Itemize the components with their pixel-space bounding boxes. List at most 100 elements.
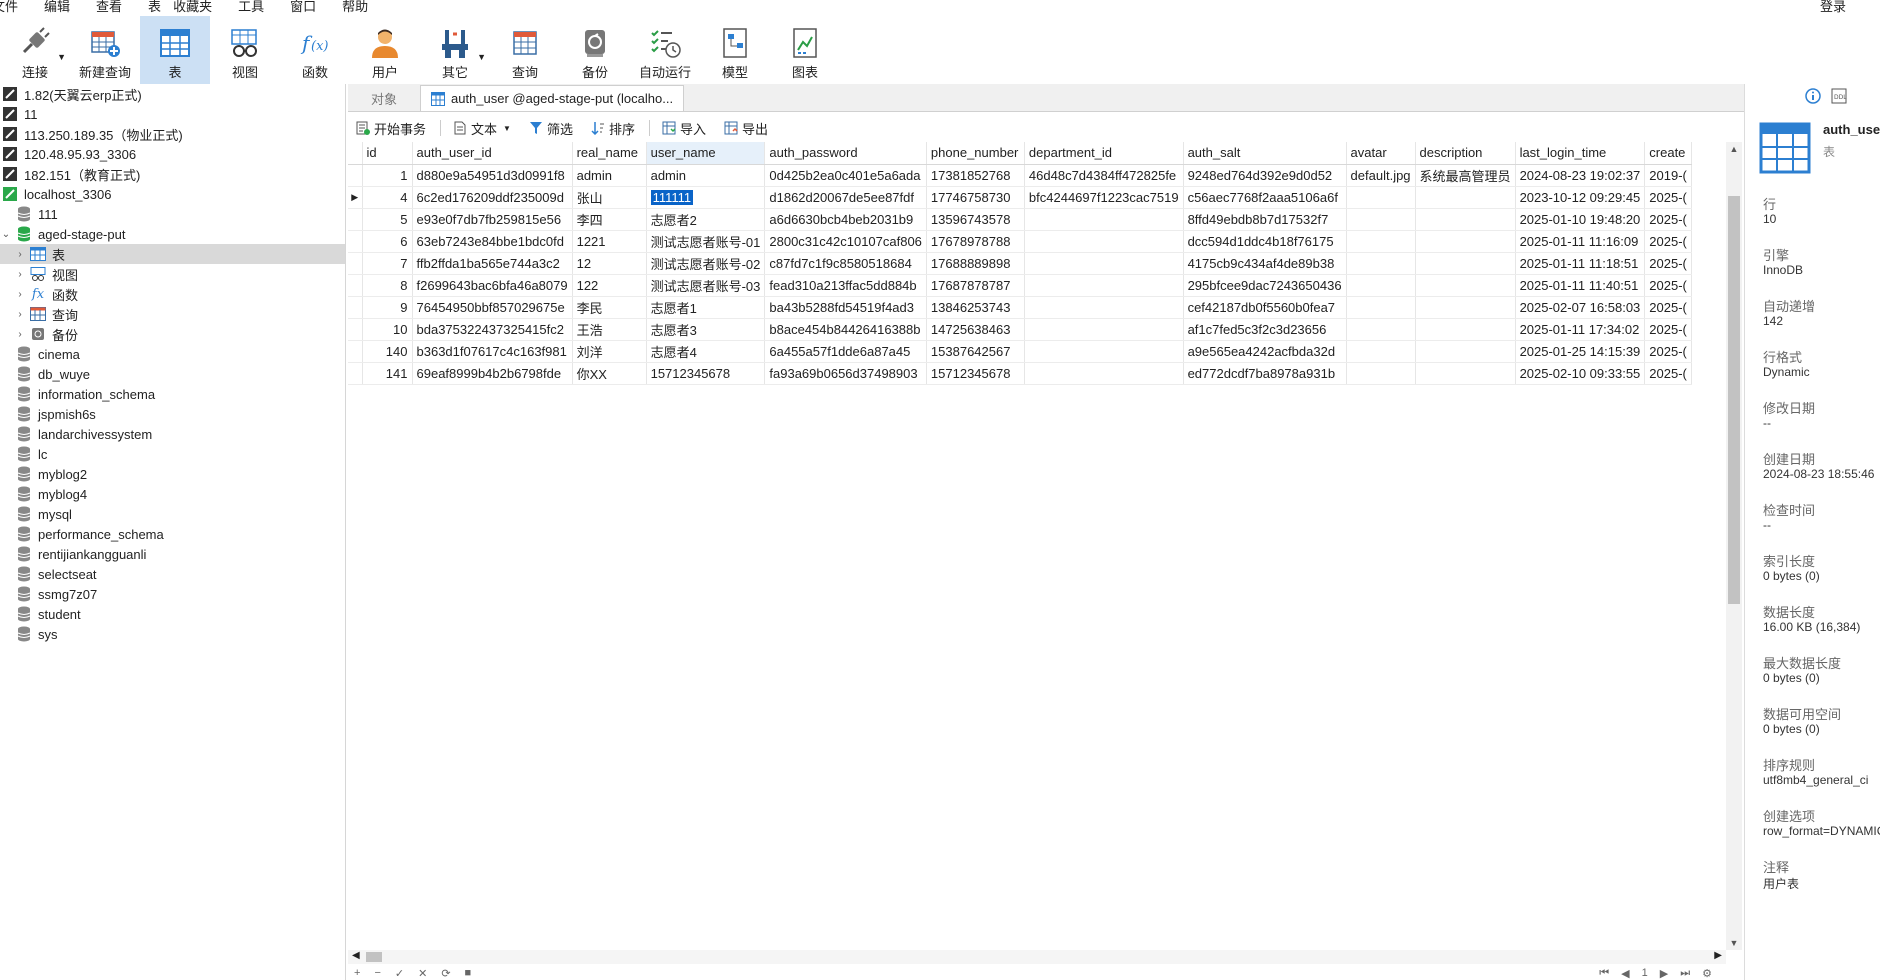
cell-auth_user_id[interactable]: bda375322437325415fc2 xyxy=(412,318,573,341)
add-record-button[interactable]: + xyxy=(354,967,360,980)
table-row[interactable]: 8 f2699643bac6bfa46a8079 122 测试志愿者账号-03 fead… xyxy=(348,274,1692,297)
selected-cell-text[interactable]: 111111 xyxy=(650,189,694,205)
cell-department_id[interactable] xyxy=(1024,362,1184,385)
cell-create[interactable]: 2025-( xyxy=(1644,296,1692,319)
cell-department_id[interactable] xyxy=(1024,296,1184,319)
cell-avatar[interactable] xyxy=(1346,230,1416,253)
cell-avatar[interactable] xyxy=(1346,318,1416,341)
toolbar-function-button[interactable]: f (x) 函数 xyxy=(280,16,350,84)
scroll-thumb[interactable] xyxy=(1728,196,1740,604)
cell-create[interactable]: 2025-( xyxy=(1644,362,1692,385)
tree-database-open[interactable]: ⌄ aged-stage-put xyxy=(0,224,345,244)
toolbar-table-button[interactable]: 表 xyxy=(140,16,210,84)
cell-auth_password[interactable]: fead310a213ffac5dd884b xyxy=(764,274,927,297)
toolbar-model-button[interactable]: 模型 xyxy=(700,16,770,84)
cell-description[interactable] xyxy=(1415,186,1516,209)
cell-department_id[interactable] xyxy=(1024,230,1184,253)
cell-department_id[interactable] xyxy=(1024,274,1184,297)
cell-phone_number[interactable]: 15712345678 xyxy=(926,362,1025,385)
cell-auth_user_id[interactable]: b363d1f07617c4c163f981 xyxy=(412,340,573,363)
tree-connection[interactable]: 182.151（教育正式) xyxy=(0,164,345,184)
cell-real_name[interactable]: 122 xyxy=(572,274,647,297)
cell-user_name[interactable]: 志愿者2 xyxy=(646,208,766,231)
cell-auth_password[interactable]: b8ace454b84426416388b xyxy=(764,318,927,341)
cell-phone_number[interactable]: 13596743578 xyxy=(926,208,1025,231)
cell-id[interactable]: 9 xyxy=(362,296,413,319)
column-header-description[interactable]: description xyxy=(1415,142,1516,165)
scroll-right-icon[interactable]: ▶ xyxy=(1714,950,1722,961)
cell-real_name[interactable]: admin xyxy=(572,164,647,187)
row-marker[interactable] xyxy=(348,164,363,187)
current-row-marker-icon[interactable]: ▶ xyxy=(348,186,363,209)
cell-avatar[interactable] xyxy=(1346,208,1416,231)
tree-database[interactable]: selectseat xyxy=(0,564,345,584)
tree-connection-localhost[interactable]: localhost_3306 xyxy=(0,184,345,204)
filter-button[interactable]: 筛选 xyxy=(529,119,573,138)
cell-description[interactable] xyxy=(1415,208,1516,231)
toolbar-chart-button[interactable]: 图表 xyxy=(770,16,840,84)
tree-database[interactable]: ssmg7z07 xyxy=(0,584,345,604)
cell-auth_password[interactable]: a6d6630bcb4beb2031b9 xyxy=(764,208,927,231)
menu-view[interactable]: 查看 xyxy=(96,0,122,14)
cell-avatar[interactable] xyxy=(1346,186,1416,209)
cell-description[interactable]: 系统最高管理员 xyxy=(1415,164,1516,187)
cell-auth_password[interactable]: 6a455a57f1dde6a87a45 xyxy=(764,340,927,363)
cell-real_name[interactable]: 1221 xyxy=(572,230,647,253)
toolbar-other-button[interactable]: 其它 ▼ xyxy=(420,16,490,84)
row-marker[interactable] xyxy=(348,252,363,275)
table-row[interactable]: 9 76454950bbf857029675e 李民 志愿者1 ba43b5288fd5… xyxy=(348,296,1692,319)
tree-database[interactable]: 111 xyxy=(0,204,345,224)
chevron-down-icon[interactable]: ▼ xyxy=(503,124,511,133)
cell-auth_user_id[interactable]: e93e0f7db7fb259815e56 xyxy=(412,208,573,231)
cell-auth_salt[interactable]: cef42187db0f5560b0fea7 xyxy=(1183,296,1347,319)
chevron-right-icon[interactable]: › xyxy=(14,309,26,320)
cell-auth_salt[interactable]: ed772dcdf7ba8978a931b xyxy=(1183,362,1347,385)
row-marker[interactable] xyxy=(348,340,363,363)
cell-description[interactable] xyxy=(1415,230,1516,253)
tree-database[interactable]: information_schema xyxy=(0,384,345,404)
cell-phone_number[interactable]: 13846253743 xyxy=(926,296,1025,319)
cell-user_name[interactable]: 测试志愿者账号-02 xyxy=(646,252,766,275)
cell-last_login_time[interactable]: 2025-01-25 14:15:39 xyxy=(1515,340,1646,363)
cell-avatar[interactable]: default.jpg xyxy=(1346,164,1416,187)
cell-create[interactable]: 2025-( xyxy=(1644,252,1692,275)
cell-create[interactable]: 2025-( xyxy=(1644,274,1692,297)
prev-page-button[interactable]: ◀ xyxy=(1621,967,1629,980)
begin-transaction-button[interactable]: 开始事务 xyxy=(356,119,426,138)
column-header-auth_password[interactable]: auth_password xyxy=(764,142,927,165)
horizontal-scrollbar[interactable]: ◀ ▶ xyxy=(348,950,1726,964)
scroll-thumb[interactable] xyxy=(366,952,382,962)
tree-database[interactable]: mysql xyxy=(0,504,345,524)
stop-button[interactable]: ■ xyxy=(465,967,472,980)
cell-real_name[interactable]: 刘洋 xyxy=(572,340,647,363)
cell-real_name[interactable]: 你XX xyxy=(572,362,647,385)
menu-favorites[interactable]: 收藏夹 xyxy=(173,0,212,14)
cell-department_id[interactable] xyxy=(1024,340,1184,363)
cell-auth_password[interactable]: ba43b5288fd54519f4ad3 xyxy=(764,296,927,319)
chevron-right-icon[interactable]: › xyxy=(14,269,26,280)
cell-avatar[interactable] xyxy=(1346,340,1416,363)
tree-database[interactable]: myblog2 xyxy=(0,464,345,484)
delete-record-button[interactable]: − xyxy=(374,967,380,980)
toolbar-automation-button[interactable]: 自动运行 xyxy=(630,16,700,84)
tree-database[interactable]: rentijiankangguanli xyxy=(0,544,345,564)
column-header-last_login_time[interactable]: last_login_time xyxy=(1515,142,1646,165)
tree-connection[interactable]: 11 xyxy=(0,104,345,124)
toolbar-query-button[interactable]: 查询 xyxy=(490,16,560,84)
menu-table[interactable]: 表 xyxy=(148,0,161,14)
cell-last_login_time[interactable]: 2024-08-23 19:02:37 xyxy=(1515,164,1646,187)
cell-department_id[interactable]: bfc4244697f1223cac7519 xyxy=(1024,186,1184,209)
cell-id[interactable]: 141 xyxy=(362,362,413,385)
cell-real_name[interactable]: 王浩 xyxy=(572,318,647,341)
tree-views[interactable]: › 视图 xyxy=(0,264,345,284)
cell-id[interactable]: 5 xyxy=(362,208,413,231)
tree-database[interactable]: jspmish6s xyxy=(0,404,345,424)
cell-phone_number[interactable]: 17678978788 xyxy=(926,230,1025,253)
cell-create[interactable]: 2025-( xyxy=(1644,230,1692,253)
column-header-user_name[interactable]: user_name xyxy=(646,142,766,165)
cell-description[interactable] xyxy=(1415,274,1516,297)
cell-phone_number[interactable]: 17687878787 xyxy=(926,274,1025,297)
cell-user_name[interactable]: 测试志愿者账号-01 xyxy=(646,230,766,253)
cell-auth_password[interactable]: fa93a69b0656d37498903 xyxy=(764,362,927,385)
cell-department_id[interactable] xyxy=(1024,318,1184,341)
